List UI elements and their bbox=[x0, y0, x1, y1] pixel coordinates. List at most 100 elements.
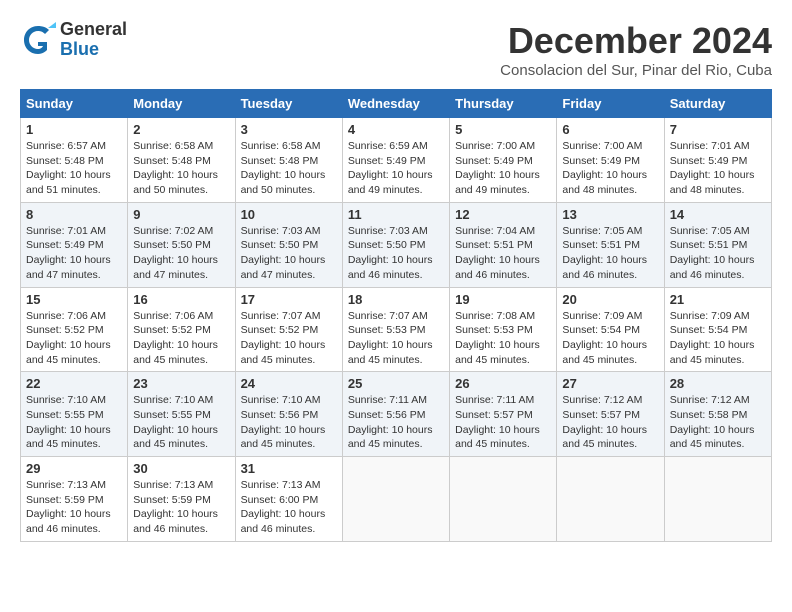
header: General Blue December 2024 Consolacion d… bbox=[20, 20, 772, 79]
day-number: 31 bbox=[241, 461, 337, 476]
col-saturday: Saturday bbox=[664, 90, 771, 118]
header-row: Sunday Monday Tuesday Wednesday Thursday… bbox=[21, 90, 772, 118]
table-cell: 3 Sunrise: 6:58 AM Sunset: 5:48 PM Daylig… bbox=[235, 118, 342, 203]
table-cell: 30 Sunrise: 7:13 AM Sunset: 5:59 PM Dayli… bbox=[128, 457, 235, 542]
table-cell: 25Sunrise: 7:11 AM Sunset: 5:56 PM Dayli… bbox=[342, 372, 449, 457]
day-number: 21 bbox=[670, 292, 766, 307]
table-cell: 4 Sunrise: 6:59 AM Sunset: 5:49 PM Daylig… bbox=[342, 118, 449, 203]
day-number: 4 bbox=[348, 122, 444, 137]
table-cell: 19 Sunrise: 7:08 AM Sunset: 5:53 PM Dayli… bbox=[450, 287, 557, 372]
day-number: 27 bbox=[562, 376, 658, 391]
day-number: 14 bbox=[670, 207, 766, 222]
day-number: 3 bbox=[241, 122, 337, 137]
day-number: 5 bbox=[455, 122, 551, 137]
day-number: 2 bbox=[133, 122, 229, 137]
logo-icon bbox=[20, 22, 56, 58]
table-cell: 22 Sunrise: 7:10 AM Sunset: 5:55 PM Dayli… bbox=[21, 372, 128, 457]
logo-blue: Blue bbox=[60, 40, 127, 60]
day-info: Sunrise: 7:10 AM Sunset: 5:55 PM Dayligh… bbox=[133, 393, 229, 452]
day-number: 23 bbox=[133, 376, 229, 391]
day-info: Sunrise: 6:58 AM Sunset: 5:48 PM Dayligh… bbox=[241, 139, 337, 198]
table-cell: 1 Sunrise: 6:57 AM Sunset: 5:48 PM Daylig… bbox=[21, 118, 128, 203]
day-number: 6 bbox=[562, 122, 658, 137]
day-info: Sunrise: 7:04 AM Sunset: 5:51 PM Dayligh… bbox=[455, 224, 551, 283]
col-tuesday: Tuesday bbox=[235, 90, 342, 118]
table-row: 15 Sunrise: 7:06 AM Sunset: 5:52 PM Dayli… bbox=[21, 287, 772, 372]
day-info: Sunrise: 7:03 AM Sunset: 5:50 PM Dayligh… bbox=[348, 224, 444, 283]
day-number: 29 bbox=[26, 461, 122, 476]
table-cell: 9Sunrise: 7:02 AM Sunset: 5:50 PM Daylig… bbox=[128, 202, 235, 287]
table-cell: 2 Sunrise: 6:58 AM Sunset: 5:48 PM Daylig… bbox=[128, 118, 235, 203]
table-cell: 28Sunrise: 7:12 AM Sunset: 5:58 PM Dayli… bbox=[664, 372, 771, 457]
day-info: Sunrise: 7:12 AM Sunset: 5:57 PM Dayligh… bbox=[562, 393, 658, 452]
table-cell: 7Sunrise: 7:01 AM Sunset: 5:49 PM Daylig… bbox=[664, 118, 771, 203]
day-number: 30 bbox=[133, 461, 229, 476]
day-number: 7 bbox=[670, 122, 766, 137]
day-number: 13 bbox=[562, 207, 658, 222]
day-number: 22 bbox=[26, 376, 122, 391]
table-cell: 5 Sunrise: 7:00 AM Sunset: 5:49 PM Daylig… bbox=[450, 118, 557, 203]
logo: General Blue bbox=[20, 20, 127, 60]
table-cell: 20Sunrise: 7:09 AM Sunset: 5:54 PM Dayli… bbox=[557, 287, 664, 372]
day-info: Sunrise: 6:59 AM Sunset: 5:49 PM Dayligh… bbox=[348, 139, 444, 198]
location-subtitle: Consolacion del Sur, Pinar del Rio, Cuba bbox=[500, 62, 772, 79]
table-cell: 27 Sunrise: 7:12 AM Sunset: 5:57 PM Dayli… bbox=[557, 372, 664, 457]
table-cell bbox=[450, 457, 557, 542]
table-row: 1 Sunrise: 6:57 AM Sunset: 5:48 PM Daylig… bbox=[21, 118, 772, 203]
table-cell: 26Sunrise: 7:11 AM Sunset: 5:57 PM Dayli… bbox=[450, 372, 557, 457]
day-info: Sunrise: 7:09 AM Sunset: 5:54 PM Dayligh… bbox=[670, 309, 766, 368]
day-info: Sunrise: 7:08 AM Sunset: 5:53 PM Dayligh… bbox=[455, 309, 551, 368]
table-cell bbox=[557, 457, 664, 542]
day-info: Sunrise: 6:58 AM Sunset: 5:48 PM Dayligh… bbox=[133, 139, 229, 198]
title-area: December 2024 Consolacion del Sur, Pinar… bbox=[500, 20, 772, 79]
table-row: 8Sunrise: 7:01 AM Sunset: 5:49 PM Daylig… bbox=[21, 202, 772, 287]
table-cell bbox=[664, 457, 771, 542]
table-cell: 29 Sunrise: 7:13 AM Sunset: 5:59 PM Dayli… bbox=[21, 457, 128, 542]
day-info: Sunrise: 7:10 AM Sunset: 5:55 PM Dayligh… bbox=[26, 393, 122, 452]
day-info: Sunrise: 7:01 AM Sunset: 5:49 PM Dayligh… bbox=[26, 224, 122, 283]
table-cell bbox=[342, 457, 449, 542]
table-cell: 6 Sunrise: 7:00 AM Sunset: 5:49 PM Daylig… bbox=[557, 118, 664, 203]
day-info: Sunrise: 7:12 AM Sunset: 5:58 PM Dayligh… bbox=[670, 393, 766, 452]
day-number: 16 bbox=[133, 292, 229, 307]
col-monday: Monday bbox=[128, 90, 235, 118]
day-info: Sunrise: 7:05 AM Sunset: 5:51 PM Dayligh… bbox=[562, 224, 658, 283]
table-cell: 21 Sunrise: 7:09 AM Sunset: 5:54 PM Dayli… bbox=[664, 287, 771, 372]
day-number: 10 bbox=[241, 207, 337, 222]
day-number: 15 bbox=[26, 292, 122, 307]
day-number: 1 bbox=[26, 122, 122, 137]
table-row: 22 Sunrise: 7:10 AM Sunset: 5:55 PM Dayli… bbox=[21, 372, 772, 457]
day-info: Sunrise: 7:00 AM Sunset: 5:49 PM Dayligh… bbox=[562, 139, 658, 198]
table-cell: 17Sunrise: 7:07 AM Sunset: 5:52 PM Dayli… bbox=[235, 287, 342, 372]
day-number: 11 bbox=[348, 207, 444, 222]
day-info: Sunrise: 7:00 AM Sunset: 5:49 PM Dayligh… bbox=[455, 139, 551, 198]
day-number: 19 bbox=[455, 292, 551, 307]
day-info: Sunrise: 7:05 AM Sunset: 5:51 PM Dayligh… bbox=[670, 224, 766, 283]
day-info: Sunrise: 7:09 AM Sunset: 5:54 PM Dayligh… bbox=[562, 309, 658, 368]
table-cell: 13 Sunrise: 7:05 AM Sunset: 5:51 PM Dayli… bbox=[557, 202, 664, 287]
logo-text: General Blue bbox=[60, 20, 127, 60]
table-cell: 23 Sunrise: 7:10 AM Sunset: 5:55 PM Dayli… bbox=[128, 372, 235, 457]
day-info: Sunrise: 7:10 AM Sunset: 5:56 PM Dayligh… bbox=[241, 393, 337, 452]
table-cell: 16 Sunrise: 7:06 AM Sunset: 5:52 PM Dayli… bbox=[128, 287, 235, 372]
day-info: Sunrise: 7:06 AM Sunset: 5:52 PM Dayligh… bbox=[133, 309, 229, 368]
day-info: Sunrise: 6:57 AM Sunset: 5:48 PM Dayligh… bbox=[26, 139, 122, 198]
day-info: Sunrise: 7:13 AM Sunset: 5:59 PM Dayligh… bbox=[133, 478, 229, 537]
logo-general: General bbox=[60, 20, 127, 40]
day-number: 24 bbox=[241, 376, 337, 391]
day-number: 17 bbox=[241, 292, 337, 307]
table-cell: 11 Sunrise: 7:03 AM Sunset: 5:50 PM Dayli… bbox=[342, 202, 449, 287]
day-info: Sunrise: 7:11 AM Sunset: 5:57 PM Dayligh… bbox=[455, 393, 551, 452]
day-info: Sunrise: 7:11 AM Sunset: 5:56 PM Dayligh… bbox=[348, 393, 444, 452]
day-info: Sunrise: 7:03 AM Sunset: 5:50 PM Dayligh… bbox=[241, 224, 337, 283]
table-cell: 8Sunrise: 7:01 AM Sunset: 5:49 PM Daylig… bbox=[21, 202, 128, 287]
table-cell: 15Sunrise: 7:06 AM Sunset: 5:52 PM Dayli… bbox=[21, 287, 128, 372]
table-row: 29 Sunrise: 7:13 AM Sunset: 5:59 PM Dayli… bbox=[21, 457, 772, 542]
table-cell: 10 Sunrise: 7:03 AM Sunset: 5:50 PM Dayli… bbox=[235, 202, 342, 287]
day-info: Sunrise: 7:02 AM Sunset: 5:50 PM Dayligh… bbox=[133, 224, 229, 283]
day-info: Sunrise: 7:13 AM Sunset: 5:59 PM Dayligh… bbox=[26, 478, 122, 537]
calendar-table: Sunday Monday Tuesday Wednesday Thursday… bbox=[20, 89, 772, 542]
col-friday: Friday bbox=[557, 90, 664, 118]
day-number: 12 bbox=[455, 207, 551, 222]
col-wednesday: Wednesday bbox=[342, 90, 449, 118]
